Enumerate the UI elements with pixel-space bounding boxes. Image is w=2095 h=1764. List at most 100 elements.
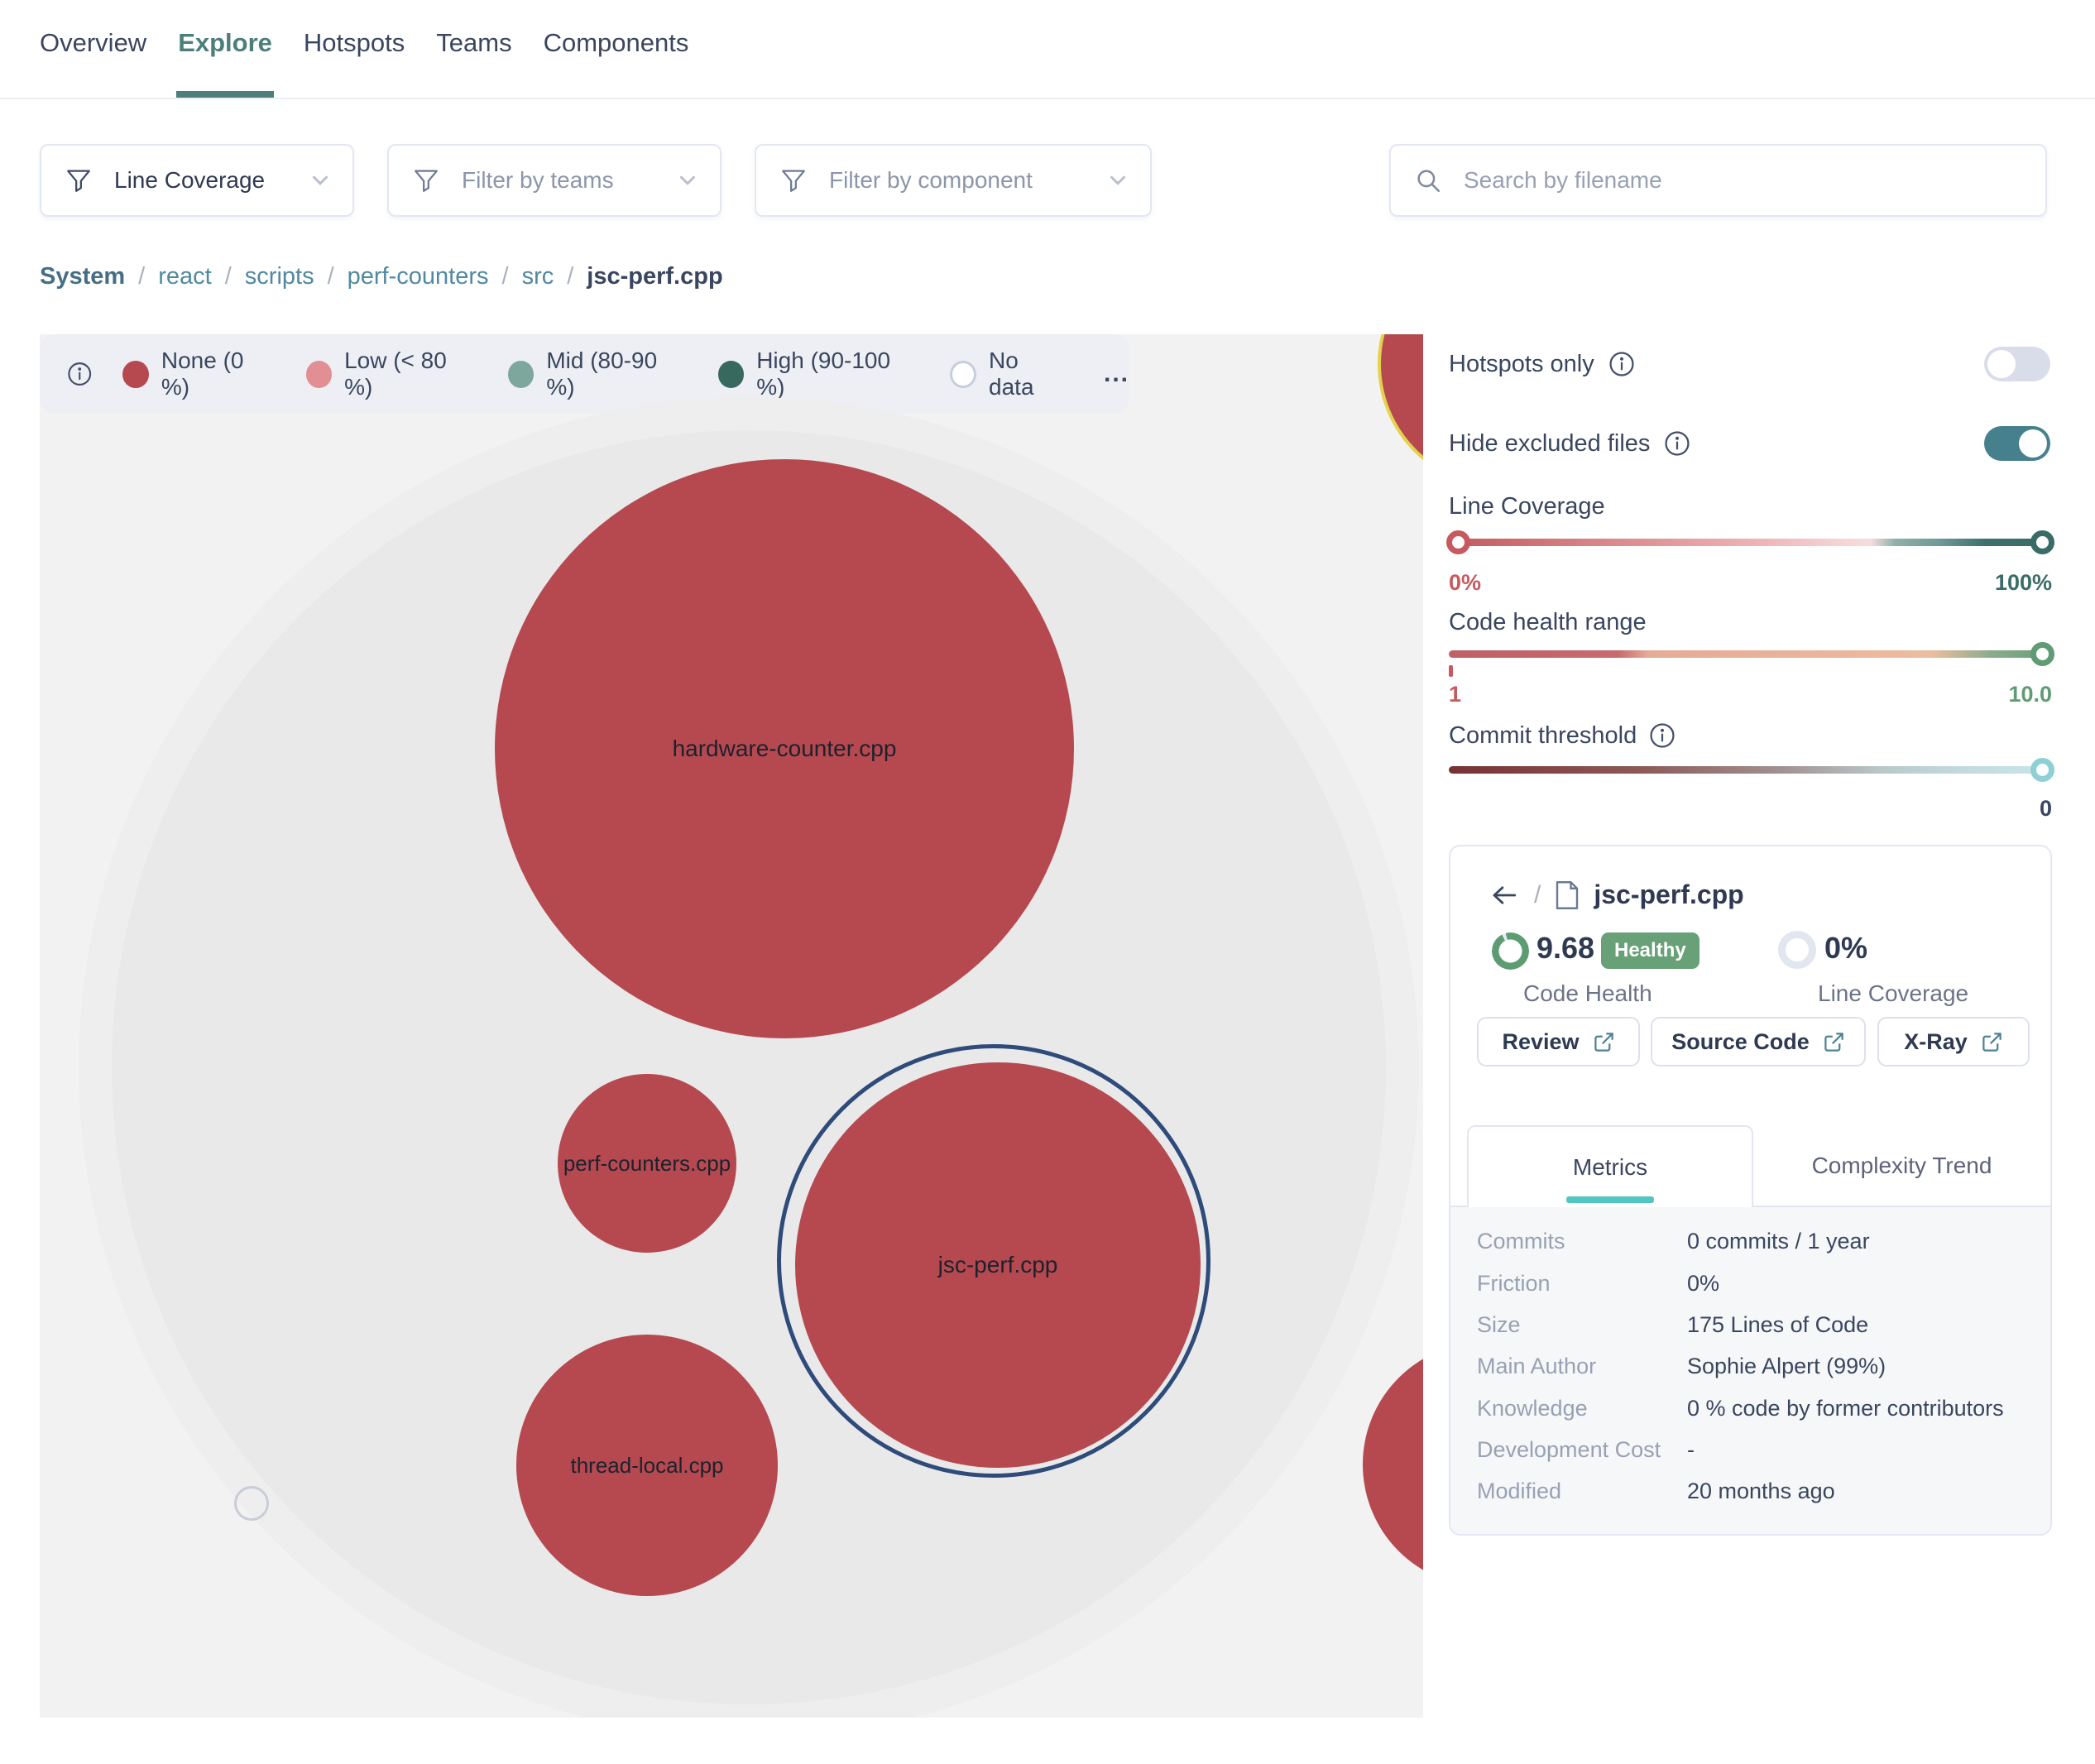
search-input[interactable] bbox=[1462, 166, 2045, 194]
chevron-down-icon bbox=[1105, 168, 1130, 193]
metric-row-commits: Commits 0 commits / 1 year bbox=[1450, 1229, 2050, 1257]
tab-hotspots[interactable]: Hotspots bbox=[304, 28, 405, 76]
hide-excluded-label: Hide excluded files bbox=[1449, 430, 1650, 458]
slider-handle-min[interactable] bbox=[1446, 530, 1470, 554]
teams-filter-dropdown[interactable]: Filter by teams bbox=[387, 144, 722, 217]
breadcrumb-link[interactable]: react bbox=[158, 263, 211, 290]
tab-teams[interactable]: Teams bbox=[436, 28, 511, 76]
file-name: jsc-perf.cpp bbox=[1594, 880, 1743, 910]
coverage-filter-label: Line Coverage bbox=[114, 167, 308, 194]
tab-complexity-trend[interactable]: Complexity Trend bbox=[1753, 1125, 2050, 1206]
filename-search bbox=[1389, 144, 2047, 217]
healthy-badge: Healthy bbox=[1601, 932, 1699, 969]
metrics-panel: Commits 0 commits / 1 year Friction 0% S… bbox=[1450, 1207, 2050, 1534]
chevron-down-icon bbox=[675, 168, 700, 193]
breadcrumb: System / react / scripts / perf-counters… bbox=[40, 263, 723, 290]
line-coverage-slider[interactable] bbox=[1449, 539, 2052, 546]
breadcrumb-root[interactable]: System bbox=[40, 263, 125, 290]
breadcrumb-current: jsc-perf.cpp bbox=[587, 263, 722, 290]
legend-dot-low bbox=[306, 361, 332, 388]
active-tab-underline bbox=[1566, 1196, 1654, 1203]
line-coverage-slider-label: Line Coverage bbox=[1449, 493, 1605, 520]
controls-panel: Hotspots only Hide excluded files Line C… bbox=[1449, 334, 2052, 1542]
bubble-no-data-small[interactable] bbox=[234, 1486, 269, 1521]
funnel-icon bbox=[65, 166, 93, 194]
slider-handle[interactable] bbox=[2030, 758, 2054, 782]
review-button[interactable]: Review bbox=[1477, 1017, 1640, 1067]
bubble-label: thread-local.cpp bbox=[571, 1453, 724, 1479]
bubble-label: perf-counters.cpp bbox=[563, 1151, 731, 1177]
file-bubble-chart: hardware-counter.cpp perf-counters.cpp j… bbox=[40, 334, 1423, 1718]
bubble-clipped-top-right[interactable] bbox=[1378, 334, 1423, 488]
info-icon[interactable] bbox=[1648, 721, 1676, 750]
component-filter-placeholder: Filter by component bbox=[829, 167, 1105, 194]
external-link-icon bbox=[1823, 1031, 1845, 1053]
code-health-slider-label: Code health range bbox=[1449, 609, 1647, 636]
metric-row-main-author: Main Author Sophie Alpert (99%) bbox=[1450, 1354, 2050, 1382]
hotspots-only-row: Hotspots only bbox=[1449, 343, 2052, 386]
legend-dot-none bbox=[122, 361, 148, 388]
file-detail-card: / jsc-perf.cpp 9.68 Healthy 0% Code Heal… bbox=[1449, 845, 2052, 1536]
slider-handle-max[interactable] bbox=[2030, 530, 2054, 554]
legend-item-high: High (90-100 %) bbox=[718, 348, 918, 400]
tab-metrics[interactable]: Metrics bbox=[1467, 1125, 1753, 1207]
source-code-button[interactable]: Source Code bbox=[1651, 1017, 1866, 1067]
commit-threshold-slider[interactable] bbox=[1449, 766, 2052, 774]
slider-handle-min[interactable] bbox=[1449, 665, 1453, 677]
legend-item-none: None (0 %) bbox=[122, 348, 272, 400]
breadcrumb-link[interactable]: src bbox=[522, 263, 554, 290]
tab-components[interactable]: Components bbox=[544, 28, 689, 76]
top-nav: Overview Explore Hotspots Teams Componen… bbox=[40, 28, 688, 76]
line-coverage-value: 0% bbox=[1824, 931, 1867, 966]
legend-item-low: Low (< 80 %) bbox=[306, 348, 475, 400]
funnel-icon bbox=[779, 166, 808, 194]
commit-threshold-value: 0 bbox=[2040, 796, 2052, 822]
commit-threshold-value-row: 0 bbox=[1449, 796, 2052, 822]
teams-filter-placeholder: Filter by teams bbox=[462, 167, 675, 194]
toggle-knob bbox=[1987, 350, 2016, 378]
code-health-slider-range: 1 10.0 bbox=[1449, 682, 2052, 707]
metric-row-modified: Modified 20 months ago bbox=[1450, 1479, 2050, 1507]
legend-dot-mid bbox=[508, 361, 534, 388]
funnel-icon bbox=[412, 166, 440, 194]
line-coverage-slider-range: 0% 100% bbox=[1449, 570, 2052, 596]
bubble-perf-counters[interactable]: perf-counters.cpp bbox=[558, 1074, 736, 1253]
bubble-hardware-counter[interactable]: hardware-counter.cpp bbox=[495, 459, 1074, 1038]
external-link-icon bbox=[1593, 1031, 1615, 1053]
bubble-thread-local[interactable]: thread-local.cpp bbox=[516, 1335, 778, 1596]
breadcrumb-link[interactable]: scripts bbox=[245, 263, 314, 290]
coverage-filter-dropdown[interactable]: Line Coverage bbox=[40, 144, 354, 217]
breadcrumb-link[interactable]: perf-counters bbox=[348, 263, 489, 290]
legend-dot-high bbox=[718, 361, 744, 388]
code-health-gauge-icon bbox=[1492, 932, 1529, 970]
bubble-label: hardware-counter.cpp bbox=[673, 736, 897, 762]
metric-row-friction: Friction 0% bbox=[1450, 1271, 2050, 1299]
hide-excluded-toggle[interactable] bbox=[1984, 426, 2050, 461]
bubble-jsc-perf-selected[interactable]: jsc-perf.cpp bbox=[795, 1062, 1201, 1468]
commit-threshold-slider-label: Commit threshold bbox=[1449, 721, 1676, 750]
legend-more[interactable]: ... bbox=[1104, 360, 1129, 388]
code-health-slider[interactable] bbox=[1449, 650, 2052, 658]
hotspots-only-toggle[interactable] bbox=[1984, 347, 2050, 381]
legend-dot-nodata bbox=[950, 361, 976, 388]
xray-button[interactable]: X-Ray bbox=[1877, 1017, 2030, 1067]
legend-item-nodata: No data bbox=[950, 348, 1066, 400]
file-card-header: / jsc-perf.cpp bbox=[1489, 880, 1744, 910]
slider-handle-max[interactable] bbox=[2030, 642, 2054, 666]
hide-excluded-row: Hide excluded files bbox=[1449, 422, 2052, 465]
tab-explore[interactable]: Explore bbox=[178, 28, 272, 76]
back-arrow-icon[interactable] bbox=[1489, 881, 1520, 909]
info-icon[interactable] bbox=[1663, 429, 1691, 458]
bubble-clipped-bottom-right[interactable] bbox=[1363, 1342, 1423, 1587]
file-icon bbox=[1555, 880, 1580, 910]
metric-row-knowledge: Knowledge 0 % code by former contributor… bbox=[1450, 1396, 2050, 1424]
info-icon[interactable] bbox=[66, 360, 93, 388]
metric-row-dev-cost: Development Cost - bbox=[1450, 1437, 2050, 1465]
metric-row-size: Size 175 Lines of Code bbox=[1450, 1312, 2050, 1340]
info-icon[interactable] bbox=[1608, 350, 1636, 378]
coverage-legend: None (0 %) Low (< 80 %) Mid (80-90 %) Hi… bbox=[40, 334, 1129, 414]
legend-item-mid: Mid (80-90 %) bbox=[508, 348, 685, 400]
toggle-knob bbox=[2019, 429, 2047, 458]
component-filter-dropdown[interactable]: Filter by component bbox=[755, 144, 1152, 217]
tab-overview[interactable]: Overview bbox=[40, 28, 146, 76]
